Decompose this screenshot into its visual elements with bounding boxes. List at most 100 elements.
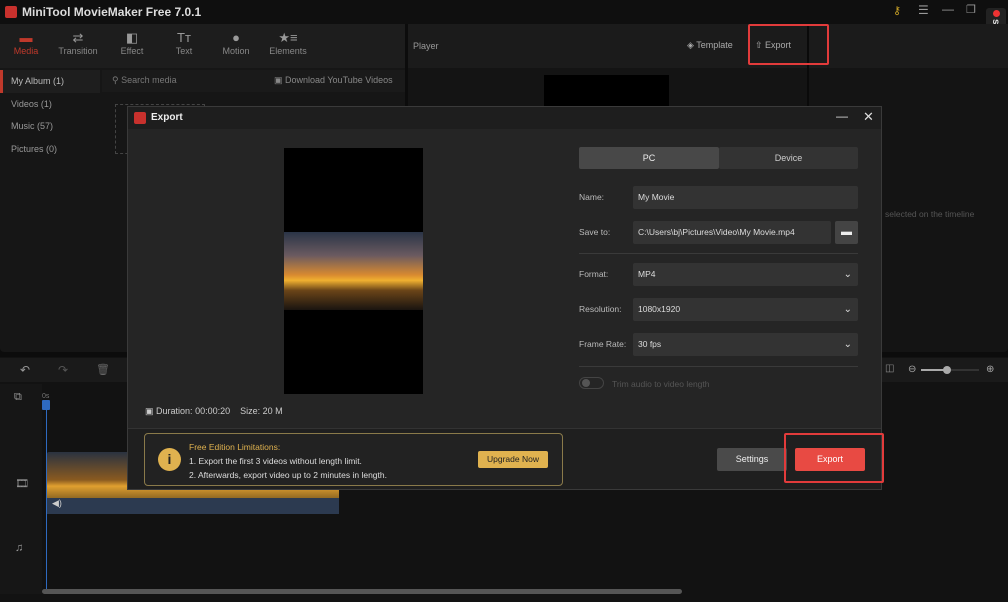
playhead-time: 0s <box>42 393 50 400</box>
save-to-label: Save to: <box>579 227 611 237</box>
highlight-export-button <box>784 433 884 483</box>
export-dialog-header <box>128 107 881 129</box>
save-path-input[interactable]: C:\Users\bj\Pictures\Video\My Movie.mp4 <box>633 221 831 244</box>
sidebar-item-music[interactable]: Music (57) <box>0 115 100 138</box>
dialog-minimize-icon[interactable]: — <box>836 109 848 123</box>
record-icon <box>992 10 1000 17</box>
layers-icon: ◈ <box>687 40 697 50</box>
audio-split-icon[interactable]: ◫ <box>885 363 894 374</box>
tab-label: Motion <box>222 46 250 56</box>
info-icon: i <box>158 448 181 471</box>
chevron-down-icon: ⌄ <box>843 269 852 280</box>
key-icon[interactable]: ⚷ <box>893 4 901 17</box>
zoom-slider-handle[interactable] <box>943 366 951 374</box>
search-input[interactable]: ⚲ Search media <box>112 75 177 86</box>
resolution-label: Resolution: <box>579 304 622 314</box>
export-dialog-title: Export <box>151 112 183 123</box>
tab-motion[interactable]: ● Motion <box>206 30 266 56</box>
search-placeholder: Search media <box>121 75 177 85</box>
template-button[interactable]: ◈ Template <box>687 40 733 51</box>
settings-button[interactable]: Settings <box>717 448 787 471</box>
tab-device[interactable]: Device <box>719 147 858 169</box>
size-value: 20 M <box>262 406 283 416</box>
zoom-slider[interactable] <box>921 366 979 374</box>
tab-label: Elements <box>269 46 307 56</box>
volume-icon: ◀) <box>52 498 62 508</box>
sidebar-item-videos[interactable]: Videos (1) <box>0 93 100 116</box>
size-label: Size: <box>240 406 261 416</box>
elements-icon: ★≡ <box>278 30 298 45</box>
tab-elements[interactable]: ★≡ Elements <box>258 30 318 56</box>
tab-pc[interactable]: PC <box>579 147 719 169</box>
film-icon: ▣ <box>145 406 157 416</box>
frame-rate-select[interactable]: 30 fps ⌄ <box>633 333 858 356</box>
properties-hint: selected on the timeline <box>885 209 975 219</box>
resolution-value: 1080x1920 <box>638 304 681 314</box>
chevron-down-icon: ⌄ <box>843 339 852 350</box>
dialog-close-icon[interactable]: ✕ <box>863 109 874 125</box>
frame-rate-value: 30 fps <box>638 339 662 349</box>
sidebar-item-pictures[interactable]: Pictures (0) <box>0 138 100 161</box>
arrows-icon: ⇄ <box>72 30 84 45</box>
resolution-select[interactable]: 1080x1920 ⌄ <box>633 298 858 321</box>
motion-icon: ● <box>232 30 240 45</box>
youtube-icon: ▣ <box>274 75 286 85</box>
undo-icon[interactable]: ↶ <box>20 363 30 377</box>
name-input[interactable]: My Movie <box>633 186 858 209</box>
download-label: Download YouTube Videos <box>285 75 393 85</box>
format-value: MP4 <box>638 269 656 279</box>
download-youtube-link[interactable]: ▣ Download YouTube Videos <box>274 75 393 86</box>
folder-icon: ▬ <box>841 226 852 238</box>
clip-audio-bar[interactable]: ◀) <box>47 498 339 514</box>
divider <box>579 366 858 367</box>
add-track-icon[interactable]: ⧉ <box>14 391 22 404</box>
format-select[interactable]: MP4 ⌄ <box>633 263 858 286</box>
text-icon: Tт <box>177 30 191 45</box>
frame-rate-label: Frame Rate: <box>579 339 627 349</box>
effect-icon: ◧ <box>125 30 139 45</box>
app-logo <box>5 6 17 18</box>
tab-effect[interactable]: ◧ Effect <box>102 30 162 56</box>
export-dialog: Export — ✕ ▣ Duration: 00:00:20 Size: 20… <box>127 106 882 490</box>
notice-line-2: 2. Afterwards, export video up to 2 minu… <box>189 470 387 480</box>
playhead[interactable] <box>46 400 47 590</box>
name-label: Name: <box>579 192 605 202</box>
playhead-handle[interactable] <box>42 400 50 410</box>
trim-audio-toggle[interactable] <box>579 377 604 389</box>
video-track-icon: 🎞 <box>15 478 29 490</box>
zoom-out-icon[interactable]: ⊖ <box>908 364 916 375</box>
tab-transition[interactable]: ⇄ Transition <box>48 30 108 56</box>
menu-icon[interactable]: ☰ <box>918 3 929 17</box>
sidebar-item-my-album[interactable]: My Album (1) <box>0 70 100 93</box>
duration-label: Duration: <box>156 406 193 416</box>
highlight-export-top <box>748 24 829 65</box>
tab-label: Transition <box>58 46 98 56</box>
maximize-icon[interactable]: ❐ <box>966 3 976 16</box>
export-preview <box>284 148 423 394</box>
tab-text[interactable]: Tт Text <box>154 30 214 56</box>
timeline-scrollbar[interactable] <box>42 589 682 594</box>
player-preview <box>544 75 669 107</box>
upgrade-now-button[interactable]: Upgrade Now <box>478 451 548 468</box>
browse-folder-button[interactable]: ▬ <box>835 221 858 244</box>
tab-label: Media <box>13 46 39 56</box>
dialog-logo <box>134 112 146 124</box>
minimize-icon[interactable]: — <box>942 2 954 16</box>
duration-info: ▣ Duration: 00:00:20 Size: 20 M <box>145 406 283 417</box>
delete-icon[interactable]: 🗑 <box>96 363 110 376</box>
notice-title: Free Edition Limitations: <box>189 442 281 452</box>
duration-value: 00:00:20 <box>195 406 231 416</box>
redo-icon[interactable]: ↷ <box>58 363 68 377</box>
template-label: Template <box>696 40 733 50</box>
search-icon: ⚲ <box>112 75 122 85</box>
zoom-in-icon[interactable]: ⊕ <box>986 364 994 375</box>
chevron-down-icon: ⌄ <box>843 304 852 315</box>
player-label: Player <box>413 41 439 51</box>
tab-label: Effect <box>120 46 144 56</box>
tab-label: Text <box>175 46 193 56</box>
format-label: Format: <box>579 269 609 279</box>
divider <box>579 253 858 254</box>
music-track-icon: ♫ <box>15 542 24 554</box>
app-title: MiniTool MovieMaker Free 7.0.1 <box>22 5 202 19</box>
trim-audio-label: Trim audio to video length <box>612 379 710 389</box>
